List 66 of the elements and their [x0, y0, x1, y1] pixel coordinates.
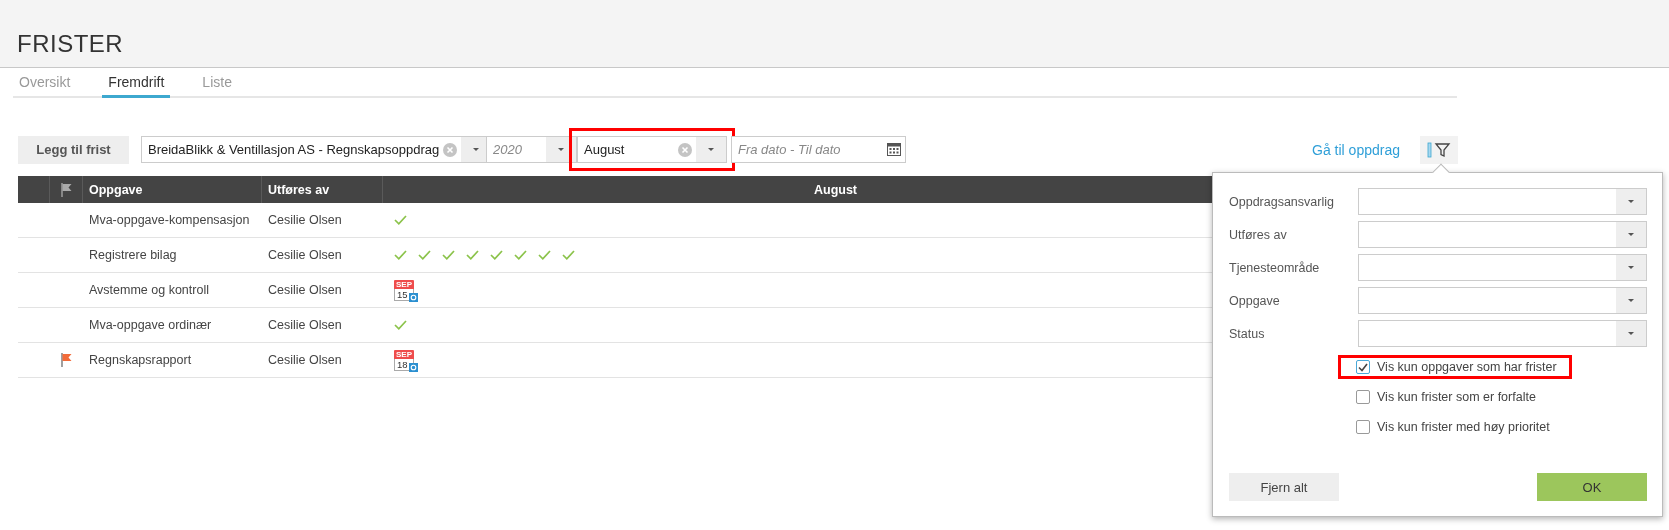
flag-icon	[60, 182, 72, 197]
table-cell: Avstemme og kontroll	[89, 283, 209, 297]
tab[interactable]: Fremdrift	[102, 68, 171, 98]
date-month: SEP	[394, 349, 414, 359]
checkbox[interactable]	[1356, 390, 1370, 404]
table-cell: Cesilie Olsen	[268, 213, 342, 227]
column-header: August	[813, 182, 858, 197]
table-cell: Cesilie Olsen	[268, 318, 342, 332]
clear-icon[interactable]	[678, 142, 692, 157]
clear-all-button[interactable]: Fjern alt	[1229, 473, 1339, 501]
dropdown-toggle[interactable]	[1616, 288, 1646, 313]
table-cell: Cesilie Olsen	[268, 353, 342, 367]
table-cell: Mva-oppgave ordinær	[89, 318, 212, 332]
checkbox-label: Vis kun frister som er forfalte	[1377, 390, 1536, 404]
checkbox[interactable]	[1356, 360, 1370, 374]
check-icon	[394, 215, 407, 225]
checkbox-label: Vis kun frister med høy prioritet	[1377, 420, 1550, 434]
check-icon	[490, 250, 503, 260]
calendar-icon[interactable]	[887, 142, 901, 156]
field-label: Oppdragsansvarlig	[1229, 194, 1335, 209]
dropdown-toggle[interactable]	[1616, 321, 1646, 346]
field-label: Utføres av	[1229, 227, 1288, 242]
dropdown-toggle[interactable]	[1616, 189, 1646, 214]
check-icon	[394, 320, 407, 330]
checkbox-label: Vis kun oppgaver som har frister	[1377, 360, 1557, 374]
add-deadline-button[interactable]: Legg til frist	[18, 135, 129, 164]
ok-button[interactable]: OK	[1537, 473, 1647, 501]
check-icon	[418, 250, 431, 260]
month-dropdown[interactable]: August	[577, 136, 727, 163]
page-title: FRISTER	[17, 30, 124, 58]
sync-icon	[409, 362, 418, 372]
check-icon	[538, 250, 551, 260]
table-cell: Regnskapsrapport	[89, 353, 192, 367]
check-icon	[562, 250, 575, 260]
clear-icon[interactable]	[443, 142, 458, 157]
filter-dropdown[interactable]	[1358, 221, 1647, 248]
dropdown-toggle[interactable]	[546, 137, 576, 162]
checkbox[interactable]	[1356, 420, 1370, 434]
dropdown-toggle[interactable]	[696, 137, 726, 162]
flag-icon	[61, 353, 72, 367]
check-icon	[466, 250, 479, 260]
date-month: SEP	[394, 279, 414, 289]
dropdown-toggle[interactable]	[1616, 222, 1646, 247]
field-label: Oppgave	[1229, 293, 1281, 308]
check-icon	[394, 250, 407, 260]
column-header: Utføres av	[268, 182, 330, 197]
date-range-field[interactable]: Fra dato - Til dato	[731, 136, 906, 163]
filter-icon	[1427, 141, 1451, 158]
client-dropdown[interactable]: BreidaBlikk & Ventillasjon AS - Regnskapsoppdrag	[141, 136, 486, 163]
table-cell: Mva-oppgave-kompensasjon	[89, 213, 250, 227]
check-icon	[514, 250, 527, 260]
filter-dropdown[interactable]	[1358, 320, 1647, 347]
filter-dropdown[interactable]	[1358, 254, 1647, 281]
filter-button[interactable]	[1420, 135, 1458, 164]
field-label: Tjenesteområde	[1229, 260, 1321, 275]
column-header: Oppgave	[89, 182, 143, 197]
year-dropdown[interactable]: 2020	[486, 136, 577, 163]
filter-dropdown[interactable]	[1358, 188, 1647, 215]
table-cell: Cesilie Olsen	[268, 248, 342, 262]
table-cell: Registrere bilag	[89, 248, 177, 262]
table-cell: Cesilie Olsen	[268, 283, 342, 297]
filter-dropdown[interactable]	[1358, 287, 1647, 314]
dropdown-toggle[interactable]	[1616, 255, 1646, 280]
sync-icon	[409, 292, 418, 302]
field-label: Status	[1229, 326, 1266, 341]
check-icon	[442, 250, 455, 260]
